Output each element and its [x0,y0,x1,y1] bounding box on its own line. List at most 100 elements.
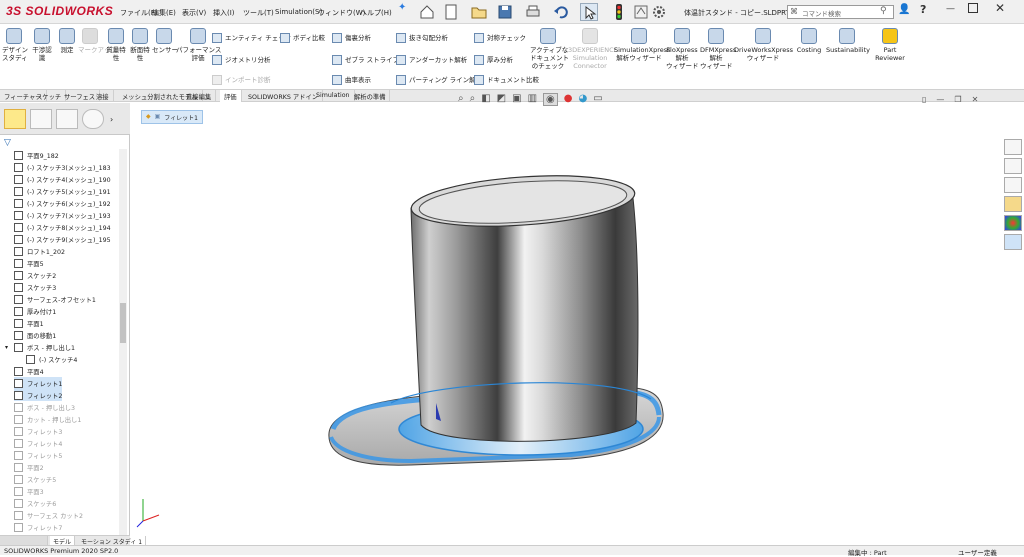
close-icon[interactable]: ✕ [995,1,1005,15]
more-tabs-chevron-icon[interactable]: › [110,115,113,124]
filter-icon[interactable]: ▽ [4,138,11,148]
ribbon-button[interactable]: DFMXpress 解析 ウィザード [700,28,736,70]
ribbon-tab[interactable]: 評価 [220,90,242,102]
breadcrumb-item[interactable]: フィレット1 [164,113,198,123]
tree-item[interactable]: サーフェス-オフセット1 [14,293,96,305]
tree-item[interactable]: (-) スケッチ4 [26,353,77,365]
ribbon-small-button[interactable]: 傷裏分析 [332,32,371,43]
configuration-manager-tab-icon[interactable] [56,109,78,129]
tree-item[interactable]: フィレット3 [14,425,62,437]
pin-icon[interactable]: ✦ [398,2,412,20]
tree-item[interactable]: (-) スケッチ5(メッシュ)_191 [14,185,111,197]
property-manager-tab-icon[interactable] [30,109,52,129]
ribbon-small-button[interactable]: ゼブラ ストライプ [332,54,399,65]
tree-item[interactable]: (-) スケッチ7(メッシュ)_193 [14,209,111,221]
tree-item[interactable]: 平面9_182 [14,149,59,161]
ribbon-button[interactable]: センサー [152,28,178,54]
solidworks-logo[interactable]: 3S SOLIDWORKS [6,4,113,18]
tree-item[interactable]: 厚み付け1 [14,305,56,317]
home-icon[interactable] [418,3,436,21]
tree-item[interactable]: 面の移動1 [14,329,56,341]
ribbon-tab[interactable]: 解析の準備 [350,90,391,102]
tree-item[interactable]: 平面1 [14,317,44,329]
new-document-icon[interactable] [442,3,460,21]
tree-item[interactable]: フィレット4 [14,437,62,449]
ribbon-button[interactable]: マークアップ [78,28,117,54]
ribbon-tab[interactable]: Simulation [312,90,355,102]
ribbon-button[interactable]: アクティブな ドキュメント のチェック [530,28,569,70]
ribbon-small-button[interactable]: インポート診断 [212,74,271,85]
viewport-close-icon[interactable]: ✕ [972,95,979,104]
tree-scrollbar-thumb[interactable] [120,303,126,343]
ribbon-button[interactable]: Costing [794,28,824,54]
task-pane-file-explorer-icon[interactable] [1004,177,1022,193]
tree-item[interactable]: ロフト1_202 [14,245,65,257]
feature-tree-tab-icon[interactable] [4,109,26,129]
hide-show-icon[interactable]: ◉ [543,93,558,106]
scene-icon[interactable]: ◕ [579,93,588,106]
tree-item[interactable]: (-) スケッチ8(メッシュ)_194 [14,221,111,233]
ribbon-button[interactable]: 3DEXPERIENCE Simulation Connector [568,28,618,70]
tree-item[interactable]: フィレット1 [14,377,63,389]
appearance-icon[interactable]: ● [564,93,573,106]
ribbon-button[interactable]: FloXpress 解析 ウィザード [666,28,699,70]
menu-item[interactable]: 挿入(I) [213,8,235,18]
breadcrumb[interactable]: ◆ ▣ フィレット1 [141,110,203,124]
task-pane-custom-properties-icon[interactable] [1004,234,1022,250]
3d-model-view[interactable] [131,103,1024,535]
ribbon-small-button[interactable]: パーティング ライン解析 [396,74,482,85]
task-pane-library-icon[interactable] [1004,158,1022,174]
tree-item[interactable]: 平面3 [14,485,44,497]
traffic-light-icon[interactable] [610,3,628,21]
undo-icon[interactable] [552,3,570,21]
open-folder-icon[interactable] [470,3,488,21]
zoom-area-icon[interactable]: ⌕ [470,93,476,106]
ribbon-small-button[interactable]: ジオメトリ分析 [212,54,271,65]
command-search-input[interactable]: ⌘ コマンド検索 ⚲ [787,5,894,19]
minimize-icon[interactable]: — [946,4,955,14]
help-icon[interactable]: ? [920,3,926,16]
save-icon[interactable] [496,3,514,21]
tree-item[interactable]: (-) スケッチ6(メッシュ)_192 [14,197,111,209]
task-pane-view-palette-icon[interactable] [1004,196,1022,212]
menu-item[interactable]: Simulation(S) [275,8,322,16]
tree-item[interactable]: フィレット5 [14,449,62,461]
view-orientation-icon[interactable]: ▣ [512,93,521,106]
ribbon-small-button[interactable]: 対称チェック [474,32,526,43]
tree-item[interactable]: 平面4 [14,365,44,377]
task-pane-home-icon[interactable] [1004,139,1022,155]
tree-item[interactable]: スケッチ2 [14,269,56,281]
tree-item[interactable]: スケッチ5 [14,473,56,485]
menu-item[interactable]: ヘルプ(H) [360,8,392,18]
ribbon-small-button[interactable]: 曲率表示 [332,74,371,85]
ribbon-small-button[interactable]: アンダーカット解析 [396,54,467,65]
user-icon[interactable]: 👤 [898,4,910,15]
viewport-minimize-icon[interactable]: — [936,95,944,104]
tree-item[interactable]: フィレット2 [14,389,63,401]
tree-item[interactable]: 平面2 [14,461,44,473]
section-view-icon[interactable]: ◩ [497,93,506,106]
split-view-icon[interactable]: ▯ [922,95,926,104]
ribbon-button[interactable]: 断面特 性 [128,28,152,62]
viewport-restore-icon[interactable]: ❐ [954,95,961,104]
menu-item[interactable]: ウィンドウ(W) [318,8,365,18]
previous-view-icon[interactable]: ◧ [481,93,490,106]
task-pane-appearances-icon[interactable] [1004,215,1022,231]
display-style-icon[interactable]: ▥ [528,93,537,106]
tree-item[interactable]: (-) スケッチ9(メッシュ)_195 [14,233,111,245]
tree-item[interactable]: (-) スケッチ4(メッシュ)_190 [14,173,111,185]
ribbon-small-button[interactable]: ドキュメント比較 [474,74,539,85]
ribbon-button[interactable]: 測定 [55,28,79,54]
ribbon-small-button[interactable]: 抜き勾配分析 [396,32,448,43]
view-settings-icon[interactable]: ▭ [593,93,602,106]
tree-item[interactable]: ▾ ボス - 押し出し1 [5,341,75,353]
ribbon-tab[interactable]: 溶接 [92,90,114,102]
ribbon-button[interactable]: DriveWorksXpress ウィザード [734,28,793,62]
tree-item[interactable]: カット - 押し出し1 [14,413,81,425]
rebuild-icon[interactable] [632,3,650,21]
tree-item[interactable]: フィレット7 [14,521,62,533]
ribbon-small-button[interactable]: ボディ比較 [280,32,325,43]
menu-item[interactable]: ツール(T) [243,8,274,18]
tree-expand-chevron-icon[interactable]: ▾ [5,344,8,351]
tree-item[interactable]: スケッチ6 [14,497,56,509]
